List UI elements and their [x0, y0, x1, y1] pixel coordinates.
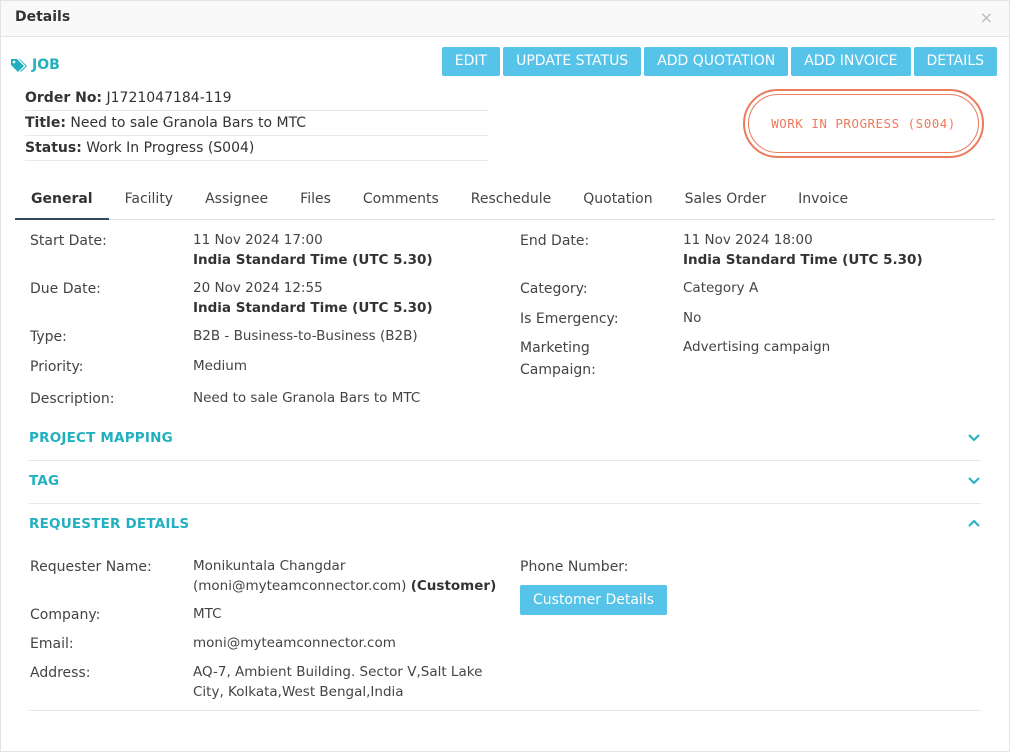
title-row: Title: Need to sale Granola Bars to MTC [25, 111, 488, 136]
tab-bar: General Facility Assignee Files Comments… [15, 183, 995, 220]
project-mapping-section[interactable]: PROJECT MAPPING [29, 418, 981, 461]
tab-comments[interactable]: Comments [347, 183, 455, 220]
requester-role: (Customer) [410, 578, 497, 594]
company-value: MTC [193, 606, 222, 622]
due-timezone-text: India Standard Time (UTC 5.30) [193, 300, 433, 316]
chevron-up-icon[interactable] [967, 518, 981, 528]
priority-value: Medium [193, 358, 247, 374]
address-line2: City, Kolkata,West Bengal,India [193, 684, 404, 700]
section-divider [29, 710, 981, 711]
tab-invoice[interactable]: Invoice [782, 183, 864, 220]
modal-header: Details × [1, 1, 1009, 37]
title-value: Need to sale Granola Bars to MTC [70, 115, 307, 131]
modal-title: Details [15, 9, 71, 25]
job-label-text: JOB [32, 57, 60, 73]
tab-quotation[interactable]: Quotation [567, 183, 668, 220]
end-timezone-text: India Standard Time (UTC 5.30) [683, 252, 923, 268]
emergency-value: No [683, 310, 702, 326]
status-label: Status: [25, 140, 82, 156]
tag-title: TAG [29, 473, 60, 489]
status-value: Work In Progress (S004) [86, 140, 255, 156]
order-no-row: Order No: J1721047184-119 [25, 86, 488, 111]
update-status-button[interactable]: UPDATE STATUS [503, 47, 642, 76]
start-date-value: 11 Nov 2024 17:00 [193, 232, 323, 248]
requester-name-label: Requester Name: [30, 559, 152, 575]
chevron-down-icon[interactable] [967, 432, 981, 442]
due-date-label: Due Date: [30, 281, 101, 297]
tab-facility[interactable]: Facility [109, 183, 190, 220]
marketing-label-line2: Campaign: [520, 362, 596, 378]
due-date-value: 20 Nov 2024 12:55 [193, 280, 323, 296]
start-timezone-text: India Standard Time (UTC 5.30) [193, 252, 433, 268]
company-label: Company: [30, 607, 101, 623]
emergency-label: Is Emergency: [520, 311, 619, 327]
priority-label: Priority: [30, 359, 84, 375]
category-label: Category: [520, 281, 588, 297]
requester-name-value: Monikuntala Changdar [193, 558, 346, 574]
type-label: Type: [30, 329, 67, 345]
tab-files[interactable]: Files [284, 183, 347, 220]
details-button[interactable]: DETAILS [913, 47, 997, 76]
close-icon[interactable]: × [980, 8, 993, 27]
tag-section[interactable]: TAG [29, 461, 981, 504]
status-stamp-text: WORK IN PROGRESS (S004) [771, 116, 956, 131]
tab-general[interactable]: General [15, 183, 109, 220]
details-modal: Details × JOB EDIT UPDATE STATUS ADD QUO… [0, 0, 1010, 752]
order-no-value: J1721047184-119 [106, 90, 232, 106]
add-invoice-button[interactable]: ADD INVOICE [791, 47, 911, 76]
start-date-label: Start Date: [30, 233, 107, 249]
description-value: Need to sale Granola Bars to MTC [193, 390, 421, 406]
due-date-timezone: India Standard Time (UTC 5.30) [193, 298, 433, 318]
start-date-timezone: India Standard Time (UTC 5.30) [193, 250, 433, 270]
end-date-timezone: India Standard Time (UTC 5.30) [683, 250, 923, 270]
phone-number-label: Phone Number: [520, 559, 629, 575]
action-toolbar: EDIT UPDATE STATUS ADD QUOTATION ADD INV… [441, 47, 997, 76]
end-date-label: End Date: [520, 233, 590, 249]
title-label: Title: [25, 115, 66, 131]
project-mapping-title: PROJECT MAPPING [29, 430, 173, 446]
requester-email-inline: (moni@myteamconnector.com) [193, 578, 407, 594]
order-no-label: Order No: [25, 90, 103, 106]
tab-assignee[interactable]: Assignee [189, 183, 284, 220]
requester-details-title: REQUESTER DETAILS [29, 516, 190, 532]
tab-reschedule[interactable]: Reschedule [455, 183, 567, 220]
email-label: Email: [30, 636, 74, 652]
requester-details-section[interactable]: REQUESTER DETAILS [29, 504, 981, 547]
type-value: B2B - Business-to-Business (B2B) [193, 328, 418, 344]
address-label: Address: [30, 665, 91, 681]
tab-sales-order[interactable]: Sales Order [669, 183, 783, 220]
status-stamp: WORK IN PROGRESS (S004) [743, 89, 984, 158]
marketing-value: Advertising campaign [683, 339, 831, 355]
job-meta: Order No: J1721047184-119 Title: Need to… [25, 86, 488, 161]
email-value: moni@myteamconnector.com [193, 635, 396, 651]
category-value: Category A [683, 280, 759, 296]
chevron-down-icon[interactable] [967, 475, 981, 485]
marketing-label-line1: Marketing [520, 340, 590, 356]
job-label: JOB [10, 57, 60, 73]
customer-details-button[interactable]: Customer Details [520, 585, 667, 615]
description-label: Description: [30, 391, 115, 407]
tags-icon [10, 58, 28, 72]
end-date-value: 11 Nov 2024 18:00 [683, 232, 813, 248]
status-row: Status: Work In Progress (S004) [25, 136, 488, 161]
add-quotation-button[interactable]: ADD QUOTATION [644, 47, 789, 76]
edit-button[interactable]: EDIT [441, 47, 501, 76]
requester-email-role: (moni@myteamconnector.com) (Customer) [193, 576, 496, 596]
address-line1: AQ-7, Ambient Building. Sector V,Salt La… [193, 664, 483, 680]
